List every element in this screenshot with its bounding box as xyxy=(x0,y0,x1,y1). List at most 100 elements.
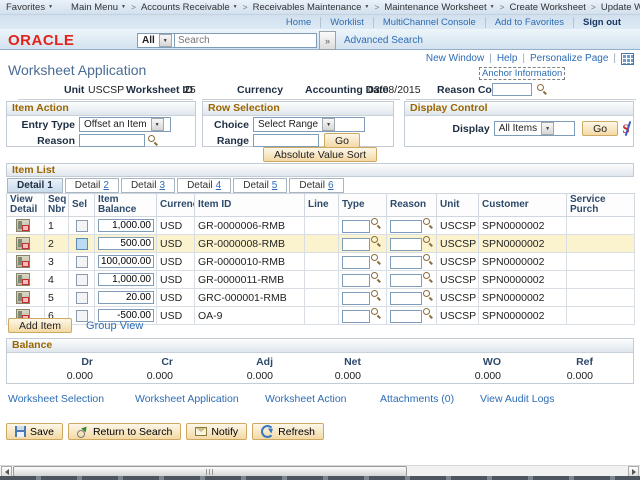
nav-link-home[interactable]: Home xyxy=(277,16,322,28)
footer-link-attachments-0[interactable]: Attachments (0) xyxy=(380,393,480,405)
chevron-down-icon[interactable] xyxy=(158,34,172,47)
breadcrumb-item-accounts-receivable[interactable]: Accounts Receivable xyxy=(141,2,238,13)
row-reason-input[interactable] xyxy=(390,273,422,287)
reason-lookup-icon[interactable] xyxy=(423,308,434,319)
view-detail-icon[interactable] xyxy=(16,273,30,286)
display-select[interactable]: All Items xyxy=(493,121,575,136)
range-input[interactable] xyxy=(253,134,319,147)
entry-type-select[interactable]: Offset an Item xyxy=(79,117,171,132)
item-balance-input[interactable] xyxy=(98,237,154,250)
view-detail-icon[interactable] xyxy=(16,291,30,304)
type-input[interactable] xyxy=(342,309,370,323)
balance-label: Dr xyxy=(81,356,93,368)
breadcrumb-item-update-worksheet[interactable]: Update Worksheet xyxy=(601,2,640,13)
breadcrumb-item-create-worksheet[interactable]: Create Worksheet xyxy=(510,2,586,13)
type-input[interactable] xyxy=(342,273,370,287)
reason-lookup-icon[interactable] xyxy=(423,272,434,283)
select-checkbox[interactable] xyxy=(75,273,88,286)
reason-lookup-icon[interactable] xyxy=(423,236,434,247)
balance-column-dr: Dr 0.000 xyxy=(13,356,93,382)
type-lookup-icon[interactable] xyxy=(371,218,382,229)
display-go-button[interactable]: Go xyxy=(581,121,619,136)
item-balance-input[interactable] xyxy=(98,255,154,268)
reason-lookup-icon[interactable] xyxy=(148,135,159,146)
type-input[interactable] xyxy=(342,291,370,305)
line-cell xyxy=(304,234,339,253)
reason-lookup-icon[interactable] xyxy=(423,254,434,265)
item-action-reason-input[interactable] xyxy=(79,134,145,147)
range-go-button[interactable]: Go xyxy=(324,133,360,148)
table-row: 3 USDGR-0000010-RMB USCSPSPN0000002 xyxy=(6,252,635,271)
tab-detail-5[interactable]: Detail 5 xyxy=(233,178,288,193)
item-balance-input[interactable] xyxy=(98,273,154,286)
type-lookup-icon[interactable] xyxy=(371,236,382,247)
select-checkbox[interactable] xyxy=(75,255,88,268)
add-item-button[interactable]: Add Item xyxy=(8,318,73,333)
chevron-down-icon[interactable] xyxy=(322,118,336,131)
advanced-search-link[interactable]: Advanced Search xyxy=(344,35,423,46)
currency-symbol-icon[interactable] xyxy=(622,122,633,136)
currency-cell: USD xyxy=(156,288,195,307)
select-checkbox[interactable] xyxy=(75,237,88,250)
footer-link-worksheet-selection[interactable]: Worksheet Selection xyxy=(8,393,135,405)
type-lookup-icon[interactable] xyxy=(371,290,382,301)
item-balance-input[interactable] xyxy=(98,291,154,304)
type-input[interactable] xyxy=(342,255,370,269)
group-view-link[interactable]: Group View xyxy=(86,320,143,332)
view-detail-icon[interactable] xyxy=(16,219,30,232)
sign-out-link[interactable]: Sign out xyxy=(574,17,630,28)
view-detail-icon[interactable] xyxy=(16,237,30,250)
personalize-layout-icon[interactable] xyxy=(621,52,634,65)
notify-button[interactable]: Notify xyxy=(186,423,248,440)
tab-detail-2[interactable]: Detail 2 xyxy=(64,178,119,193)
search-input[interactable] xyxy=(175,33,317,48)
search-go-button[interactable] xyxy=(319,31,336,50)
tab-detail-4[interactable]: Detail 4 xyxy=(177,178,232,193)
absolute-value-sort-button[interactable]: Absolute Value Sort xyxy=(262,147,378,162)
column-header-service-purch: Service Purch xyxy=(566,193,635,217)
breadcrumb-item-receivables-maintenance[interactable]: Receivables Maintenance xyxy=(253,2,370,13)
chevron-down-icon[interactable] xyxy=(541,122,555,135)
reason-lookup-icon[interactable] xyxy=(423,218,434,229)
nav-link-worklist[interactable]: Worklist xyxy=(321,16,374,28)
select-checkbox[interactable] xyxy=(75,219,88,232)
refresh-button[interactable]: Refresh xyxy=(252,423,324,440)
search-scope-select[interactable]: All xyxy=(137,33,175,48)
chevron-down-icon[interactable] xyxy=(150,118,164,131)
column-header-item-balance: Item Balance xyxy=(94,193,157,217)
nav-link-add-to-favorites[interactable]: Add to Favorites xyxy=(486,16,574,28)
tab-detail-6[interactable]: Detail 6 xyxy=(289,178,344,193)
reason-lookup-icon[interactable] xyxy=(423,290,434,301)
view-detail-icon[interactable] xyxy=(16,255,30,268)
type-input[interactable] xyxy=(342,219,370,233)
reason-code-lookup-icon[interactable] xyxy=(537,84,548,95)
type-lookup-icon[interactable] xyxy=(371,254,382,265)
type-lookup-icon[interactable] xyxy=(371,272,382,283)
choice-select[interactable]: Select Range xyxy=(253,117,365,132)
return-to-search-button[interactable]: Return to Search xyxy=(67,423,182,440)
select-checkbox[interactable] xyxy=(75,291,88,304)
breadcrumb-item-main-menu[interactable]: Main Menu xyxy=(71,2,126,13)
personalize-page-link[interactable]: Personalize Page xyxy=(530,53,608,64)
row-reason-input[interactable] xyxy=(390,237,422,251)
breadcrumb-item-maintenance-worksheet[interactable]: Maintenance Worksheet xyxy=(384,2,494,13)
row-reason-input[interactable] xyxy=(390,309,422,323)
anchor-information-link[interactable]: Anchor Information xyxy=(479,67,566,80)
type-lookup-icon[interactable] xyxy=(371,308,382,319)
row-reason-input[interactable] xyxy=(390,291,422,305)
tab-detail-1[interactable]: Detail 1 xyxy=(7,178,63,193)
help-link[interactable]: Help xyxy=(497,53,518,64)
save-button[interactable]: Save xyxy=(6,423,63,440)
nav-link-multichannel-console[interactable]: MultiChannel Console xyxy=(374,16,486,28)
type-input[interactable] xyxy=(342,237,370,251)
footer-link-worksheet-action[interactable]: Worksheet Action xyxy=(265,393,380,405)
row-reason-input[interactable] xyxy=(390,219,422,233)
footer-link-view-audit-logs[interactable]: View Audit Logs xyxy=(480,393,555,405)
tab-detail-3[interactable]: Detail 3 xyxy=(120,178,176,193)
item-balance-input[interactable] xyxy=(98,219,154,232)
reason-code-input[interactable] xyxy=(492,83,532,96)
breadcrumb-item-favorites[interactable]: Favorites xyxy=(6,2,53,13)
new-window-link[interactable]: New Window xyxy=(426,53,484,64)
footer-link-worksheet-application[interactable]: Worksheet Application xyxy=(135,393,265,405)
row-reason-input[interactable] xyxy=(390,255,422,269)
